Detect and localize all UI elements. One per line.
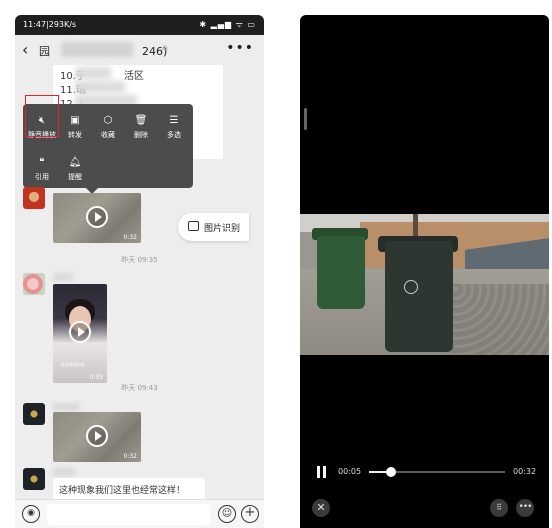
- highlight-annotation: [25, 95, 59, 137]
- chat-header: ‹ 园 246) ⌂ •••: [15, 35, 264, 65]
- dark-bin: [385, 241, 453, 352]
- bell-icon: 🔔︎: [68, 157, 82, 168]
- favorite-cube-icon: ⬡: [103, 115, 113, 126]
- green-bin: [317, 236, 365, 309]
- video-duration: 0:32: [123, 453, 137, 460]
- avatar[interactable]: [23, 187, 45, 209]
- video-message[interactable]: 0:32: [53, 193, 141, 243]
- blurred-sender-name: [53, 403, 79, 411]
- video-frame[interactable]: [300, 214, 549, 355]
- avatar[interactable]: [23, 273, 45, 295]
- message-input[interactable]: [47, 504, 210, 525]
- current-time: 00:05: [338, 467, 362, 476]
- forward-icon: ▣: [70, 115, 80, 126]
- menu-item-label: 多选: [167, 131, 181, 139]
- menu-item-label: 提醒: [68, 173, 82, 181]
- menu-item-remind[interactable]: 🔔︎ 提醒: [60, 156, 90, 182]
- video-pavers: [450, 284, 549, 355]
- close-icon[interactable]: ✕: [312, 499, 330, 517]
- video-duration: 0:33: [89, 374, 103, 381]
- multi-select-icon: ☰: [169, 115, 179, 126]
- menu-item-label: 转发: [68, 131, 82, 139]
- text-message-bubble[interactable]: 这种现象我们这里也经常这样！: [53, 478, 205, 500]
- video-duration: 0:32: [123, 234, 137, 241]
- seek-bar[interactable]: [369, 467, 505, 477]
- image-recognition-button[interactable]: 图片识别: [178, 213, 249, 241]
- recycle-logo: [404, 280, 418, 294]
- menu-item-quote[interactable]: ❝ 引用: [27, 156, 57, 182]
- more-icon[interactable]: •••: [516, 499, 534, 517]
- menu-item-label: 引用: [35, 173, 49, 181]
- play-icon[interactable]: [86, 425, 108, 447]
- voice-icon[interactable]: ◉: [22, 505, 40, 523]
- video-caption: 吃花家酒你在: [61, 362, 85, 367]
- input-bar: ◉ ☺ +: [15, 499, 264, 528]
- menu-item-favorite[interactable]: ⬡ 收藏: [93, 114, 123, 140]
- message-text: 这种现象我们这里也经常这样！: [59, 486, 186, 496]
- chevron-left-icon[interactable]: ‹: [22, 40, 28, 59]
- play-icon[interactable]: [86, 206, 108, 228]
- blurred-text: [75, 81, 125, 93]
- menu-item-label: 删除: [134, 131, 148, 139]
- blurred-text: [75, 67, 111, 79]
- seek-thumb[interactable]: [385, 467, 396, 477]
- timestamp: 昨天 09:43: [121, 384, 158, 392]
- chat-screen: 11:47|293K/s ✱ ▂▄▆ ᯤ ▭ ‹ 园 246) ⌂ ••• 10.…: [15, 15, 264, 528]
- bell-off-icon: ⌂: [162, 43, 168, 53]
- menu-item-label: 收藏: [101, 131, 115, 139]
- menu-item-multi-select[interactable]: ☰ 多选: [159, 114, 189, 140]
- avatar[interactable]: [23, 403, 45, 425]
- blurred-title: [61, 42, 133, 57]
- video-message[interactable]: 0:32: [53, 412, 141, 462]
- status-bar: 11:47|293K/s ✱ ▂▄▆ ᯤ ▭: [15, 15, 264, 35]
- video-player-screen: 00:05 00:32 ✕ ⠿ •••: [300, 15, 549, 528]
- timestamp: 昨天 09:35: [121, 256, 158, 264]
- image-recognition-label: 图片识别: [204, 224, 241, 234]
- grid-icon[interactable]: ⠿: [490, 499, 508, 517]
- status-time: 11:47|293K/s: [23, 20, 77, 29]
- player-controls: 00:05 00:32: [300, 462, 549, 482]
- edge-handle[interactable]: [304, 108, 307, 130]
- avatar[interactable]: [23, 468, 45, 490]
- play-icon[interactable]: [69, 321, 91, 343]
- image-icon: [188, 221, 199, 231]
- quote-icon: ❝: [39, 157, 45, 168]
- total-time: 00:32: [513, 467, 537, 476]
- pause-icon[interactable]: [316, 466, 327, 478]
- menu-item-delete[interactable]: 🗑︎ 删除: [126, 114, 156, 140]
- ellipsis-icon[interactable]: •••: [226, 40, 254, 56]
- blurred-sender-name: [53, 273, 73, 281]
- menu-item-forward[interactable]: ▣ 转发: [60, 114, 90, 140]
- status-icons: ✱ ▂▄▆ ᯤ ▭: [199, 20, 256, 29]
- screenshot-root: 11:47|293K/s ✱ ▂▄▆ ᯤ ▭ ‹ 园 246) ⌂ ••• 10.…: [0, 0, 552, 528]
- emoji-icon[interactable]: ☺: [218, 505, 236, 523]
- video-message[interactable]: 吃花家酒你在 0:33: [53, 284, 107, 383]
- blurred-sender-name: [53, 468, 75, 476]
- plus-icon[interactable]: +: [241, 505, 259, 523]
- trash-icon: 🗑︎: [134, 115, 148, 126]
